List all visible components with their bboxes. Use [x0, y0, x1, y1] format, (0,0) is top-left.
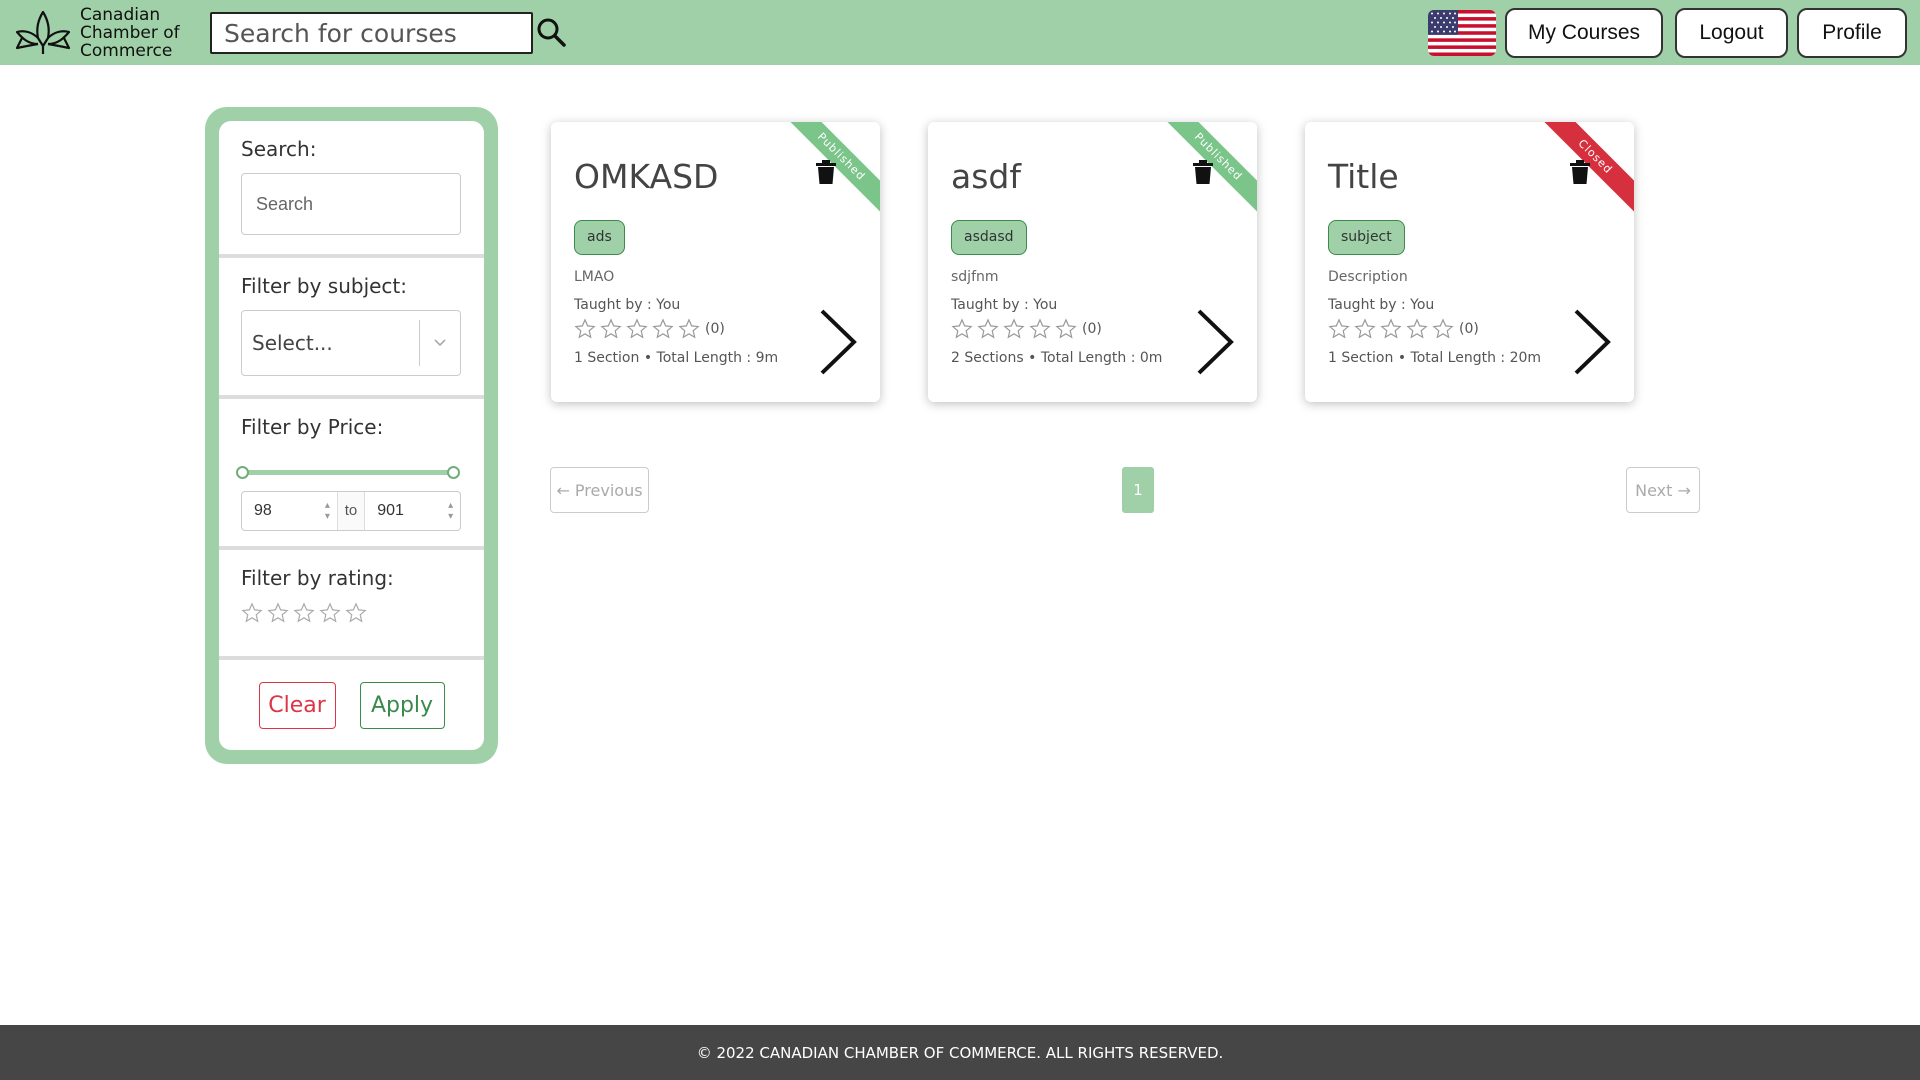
filter-sidebar: Search: Filter by subject: Select... Fil…: [205, 107, 498, 764]
rating-count: (0): [1459, 321, 1479, 337]
apply-filters-button[interactable]: Apply: [359, 681, 445, 729]
filter-panel: Search: Filter by subject: Select... Fil…: [219, 121, 484, 750]
course-search-input[interactable]: [210, 12, 533, 54]
course-description: Description: [1328, 269, 1408, 285]
price-max-input[interactable]: 901: [365, 502, 441, 520]
rating-filter-stars[interactable]: [241, 602, 462, 624]
pagination-previous[interactable]: ← Previous: [550, 467, 649, 513]
filter-subject-section: Filter by subject: Select...: [219, 258, 484, 399]
course-rating: (0): [574, 318, 725, 340]
course-instructor: Taught by : You: [574, 297, 681, 313]
course-title: asdf: [951, 157, 1021, 196]
course-rating: (0): [951, 318, 1102, 340]
course-rating: (0): [1328, 318, 1479, 340]
subject-tag: ads: [574, 220, 625, 255]
slider-max-handle[interactable]: [447, 466, 460, 479]
price-range-slider[interactable]: [236, 465, 460, 479]
star-icon: [1380, 318, 1402, 339]
star-icon: [1432, 318, 1454, 339]
trash-icon[interactable]: [816, 160, 836, 184]
brand[interactable]: Canadian Chamber of Commerce: [14, 6, 190, 60]
star-icon: [626, 318, 648, 339]
filter-search-input[interactable]: [241, 173, 461, 235]
rating-count: (0): [705, 321, 725, 337]
subject-tag: subject: [1328, 220, 1405, 255]
filter-actions: Clear Apply: [219, 660, 484, 750]
price-max-stepper[interactable]: ▴ ▾: [441, 500, 460, 522]
course-card[interactable]: Published asdf asdasd sdjfnm Taught by :…: [928, 122, 1257, 402]
pagination-page-current[interactable]: 1: [1122, 467, 1154, 513]
course-description: LMAO: [574, 269, 615, 285]
star-icon[interactable]: [241, 602, 263, 624]
star-icon: [652, 318, 674, 339]
chevron-right-icon[interactable]: [1193, 307, 1237, 377]
price-to-label: to: [336, 492, 366, 530]
course-instructor: Taught by : You: [1328, 297, 1435, 313]
course-title: Title: [1328, 157, 1399, 196]
filter-subject-title: Filter by subject:: [241, 274, 408, 298]
star-icon[interactable]: [345, 602, 367, 624]
subject-select[interactable]: Select...: [241, 310, 461, 376]
filter-rating-title: Filter by rating:: [241, 566, 394, 590]
pagination-next[interactable]: Next →: [1626, 467, 1700, 513]
star-icon[interactable]: [293, 602, 315, 624]
course-description: sdjfnm: [951, 269, 999, 285]
star-icon: [600, 318, 622, 339]
filter-price-section: Filter by Price: 98 ▴ ▾ to 901 ▴ ▾: [219, 399, 484, 550]
profile-button[interactable]: Profile: [1797, 8, 1907, 58]
chevron-right-icon[interactable]: [816, 307, 860, 377]
footer: © 2022 CANADIAN CHAMBER OF COMMERCE. ALL…: [0, 1025, 1920, 1080]
course-instructor: Taught by : You: [951, 297, 1058, 313]
star-icon[interactable]: [267, 602, 289, 624]
course-meta: 1 Section • Total Length : 20m: [1328, 350, 1542, 366]
slider-min-handle[interactable]: [236, 466, 249, 479]
star-icon: [977, 318, 999, 339]
filter-price-title: Filter by Price:: [241, 415, 384, 439]
star-icon: [951, 318, 973, 339]
chevron-down-icon[interactable]: [420, 338, 460, 348]
rating-count: (0): [1082, 321, 1102, 337]
price-min-stepper[interactable]: ▴ ▾: [318, 500, 337, 522]
my-courses-button[interactable]: My Courses: [1505, 8, 1663, 58]
filter-search-title: Search:: [241, 137, 317, 161]
top-navbar: Canadian Chamber of Commerce Search for …: [0, 0, 1920, 65]
star-icon: [678, 318, 700, 339]
price-range-inputs: 98 ▴ ▾ to 901 ▴ ▾: [241, 491, 461, 531]
course-title: OMKASD: [574, 157, 719, 196]
subject-tag: asdasd: [951, 220, 1027, 255]
maple-leaf-logo-icon: [15, 10, 71, 54]
slider-track: [242, 470, 454, 475]
logout-button[interactable]: Logout: [1675, 8, 1788, 58]
star-icon: [1003, 318, 1025, 339]
clear-filters-button[interactable]: Clear: [258, 681, 336, 729]
course-meta: 1 Section • Total Length : 9m: [574, 350, 779, 366]
star-icon: [574, 318, 596, 339]
course-meta: 2 Sections • Total Length : 0m: [951, 350, 1163, 366]
star-icon[interactable]: [319, 602, 341, 624]
trash-icon[interactable]: [1570, 160, 1590, 184]
star-icon: [1406, 318, 1428, 339]
course-card[interactable]: Published OMKASD ads LMAO Taught by : Yo…: [551, 122, 880, 402]
us-flag-icon[interactable]: [1428, 10, 1496, 56]
star-icon: [1328, 318, 1350, 339]
star-icon: [1055, 318, 1077, 339]
star-icon: [1029, 318, 1051, 339]
chevron-right-icon[interactable]: [1570, 307, 1614, 377]
price-min-input[interactable]: 98: [242, 502, 318, 520]
footer-copyright: © 2022 CANADIAN CHAMBER OF COMMERCE. ALL…: [696, 1043, 1224, 1062]
subject-select-value: Select...: [252, 331, 333, 355]
filter-search-section: Search:: [219, 121, 484, 258]
course-card[interactable]: Closed Title subject Description Taught …: [1305, 122, 1634, 402]
star-icon: [1354, 318, 1376, 339]
search-icon[interactable]: [535, 16, 567, 48]
trash-icon[interactable]: [1193, 160, 1213, 184]
filter-rating-section: Filter by rating:: [219, 550, 484, 660]
brand-name: Canadian Chamber of Commerce: [80, 5, 180, 61]
